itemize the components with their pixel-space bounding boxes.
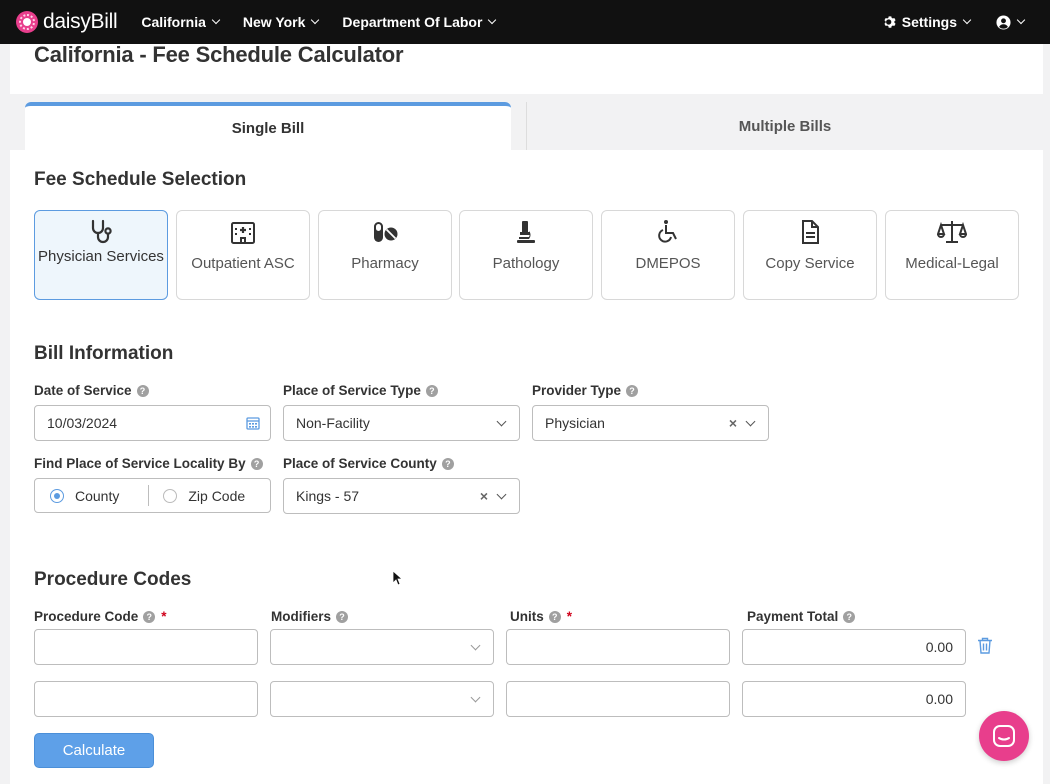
wheelchair-icon bbox=[658, 220, 677, 243]
help-icon[interactable]: ? bbox=[250, 457, 263, 470]
modifiers-select[interactable] bbox=[270, 681, 494, 717]
page-header: California - Fee Schedule Calculator bbox=[10, 42, 1043, 94]
brand-logo[interactable]: daisyBill bbox=[16, 10, 118, 34]
nav-menu-california[interactable]: California bbox=[141, 14, 221, 30]
page-title: California - Fee Schedule Calculator bbox=[34, 42, 404, 67]
chevron-down-icon bbox=[311, 15, 320, 25]
top-navbar: daisyBill California New York Department… bbox=[0, 0, 1050, 44]
nav-menu-department-of-labor[interactable]: Department Of Labor bbox=[342, 14, 497, 30]
provider-type-label: Provider Type? bbox=[532, 383, 639, 398]
bill-tabs: Single Bill Multiple Bills bbox=[10, 102, 1043, 150]
units-header: Units? * bbox=[510, 609, 573, 624]
help-icon[interactable]: ? bbox=[336, 610, 349, 623]
user-menu[interactable] bbox=[996, 14, 1026, 30]
fee-card-medical-legal[interactable]: Medical-Legal bbox=[885, 210, 1019, 300]
procedure-code-input[interactable] bbox=[34, 629, 258, 665]
scale-icon bbox=[937, 221, 967, 243]
fee-card-outpatient-asc[interactable]: Outpatient ASC bbox=[176, 210, 310, 300]
clear-icon[interactable]: × bbox=[480, 488, 488, 504]
provider-type-select[interactable]: Physician × bbox=[532, 405, 769, 441]
radio-button[interactable] bbox=[50, 488, 64, 503]
chevron-down-icon bbox=[488, 15, 497, 25]
radio-button[interactable] bbox=[163, 488, 178, 503]
modifiers-header: Modifiers? bbox=[271, 609, 349, 624]
stethoscope-icon bbox=[91, 219, 112, 244]
clear-icon[interactable]: × bbox=[729, 415, 737, 431]
calculate-button[interactable]: Calculate bbox=[34, 733, 154, 768]
nav-menu-new-york[interactable]: New York bbox=[243, 14, 320, 30]
procedure-code-input[interactable] bbox=[34, 681, 258, 717]
daisy-logo-icon bbox=[16, 11, 38, 33]
chevron-down-icon bbox=[962, 15, 972, 25]
units-input[interactable] bbox=[506, 681, 730, 717]
locality-by-radio-group: County Zip Code bbox=[34, 478, 271, 513]
gear-icon bbox=[884, 16, 896, 28]
settings-menu[interactable]: Settings bbox=[883, 14, 972, 30]
county-label: Place of Service County? bbox=[283, 456, 454, 471]
chevron-down-icon bbox=[496, 416, 507, 426]
trash-icon[interactable] bbox=[977, 637, 993, 654]
help-icon[interactable]: ? bbox=[843, 610, 856, 623]
mouse-cursor-icon bbox=[392, 570, 402, 586]
payment-total-header: Payment Total? bbox=[747, 609, 856, 624]
procedure-codes-section-title: Procedure Codes bbox=[34, 569, 192, 590]
place-of-service-type-label: Place of Service Type? bbox=[283, 383, 438, 398]
radio-county[interactable]: County bbox=[50, 488, 119, 504]
units-input[interactable] bbox=[506, 629, 730, 665]
microscope-icon bbox=[517, 221, 535, 243]
county-select[interactable]: Kings - 57 × bbox=[283, 478, 520, 514]
locality-by-label: Find Place of Service Locality By? bbox=[34, 456, 263, 471]
brand-name: daisyBill bbox=[43, 10, 118, 33]
fee-card-physician-services[interactable]: Physician Services bbox=[34, 210, 168, 300]
fee-schedule-section-title: Fee Schedule Selection bbox=[34, 169, 247, 190]
payment-total-field: 0.00 bbox=[742, 629, 966, 665]
help-icon[interactable]: ? bbox=[548, 610, 561, 623]
chat-launcher-button[interactable] bbox=[979, 711, 1029, 761]
fee-card-pathology[interactable]: Pathology bbox=[459, 210, 593, 300]
help-icon[interactable]: ? bbox=[441, 457, 454, 470]
place-of-service-type-select[interactable]: Non-Facility bbox=[283, 405, 520, 441]
document-icon bbox=[802, 220, 819, 244]
chevron-down-icon bbox=[496, 489, 507, 499]
chevron-down-icon bbox=[470, 640, 481, 650]
fee-card-pharmacy[interactable]: Pharmacy bbox=[318, 210, 452, 300]
chevron-down-icon bbox=[470, 692, 481, 702]
fee-card-dmepos[interactable]: DMEPOS bbox=[601, 210, 735, 300]
help-icon[interactable]: ? bbox=[425, 384, 438, 397]
divider bbox=[148, 485, 150, 506]
required-marker: * bbox=[566, 609, 573, 624]
date-of-service-label: Date of Service? bbox=[34, 383, 149, 398]
tab-single-bill[interactable]: Single Bill bbox=[25, 102, 511, 150]
bill-information-section-title: Bill Information bbox=[34, 343, 174, 364]
modifiers-select[interactable] bbox=[270, 629, 494, 665]
help-icon[interactable]: ? bbox=[143, 610, 156, 623]
date-of-service-input[interactable]: 10/03/2024 bbox=[34, 405, 271, 441]
hospital-icon bbox=[231, 222, 255, 244]
calendar-icon[interactable] bbox=[246, 416, 260, 430]
payment-total-field: 0.00 bbox=[742, 681, 966, 717]
fee-card-copy-service[interactable]: Copy Service bbox=[743, 210, 877, 300]
pills-icon bbox=[374, 222, 398, 242]
chevron-down-icon bbox=[745, 416, 756, 426]
radio-zip-code[interactable]: Zip Code bbox=[163, 488, 245, 504]
help-icon[interactable]: ? bbox=[136, 384, 149, 397]
tab-multiple-bills[interactable]: Multiple Bills bbox=[526, 102, 1043, 150]
user-circle-icon bbox=[996, 14, 1011, 30]
procedure-code-header: Procedure Code? * bbox=[34, 609, 167, 624]
chat-icon bbox=[993, 725, 1015, 747]
required-marker: * bbox=[161, 609, 167, 624]
chevron-down-icon bbox=[1016, 15, 1026, 25]
help-icon[interactable]: ? bbox=[626, 384, 639, 397]
chevron-down-icon bbox=[211, 15, 221, 25]
